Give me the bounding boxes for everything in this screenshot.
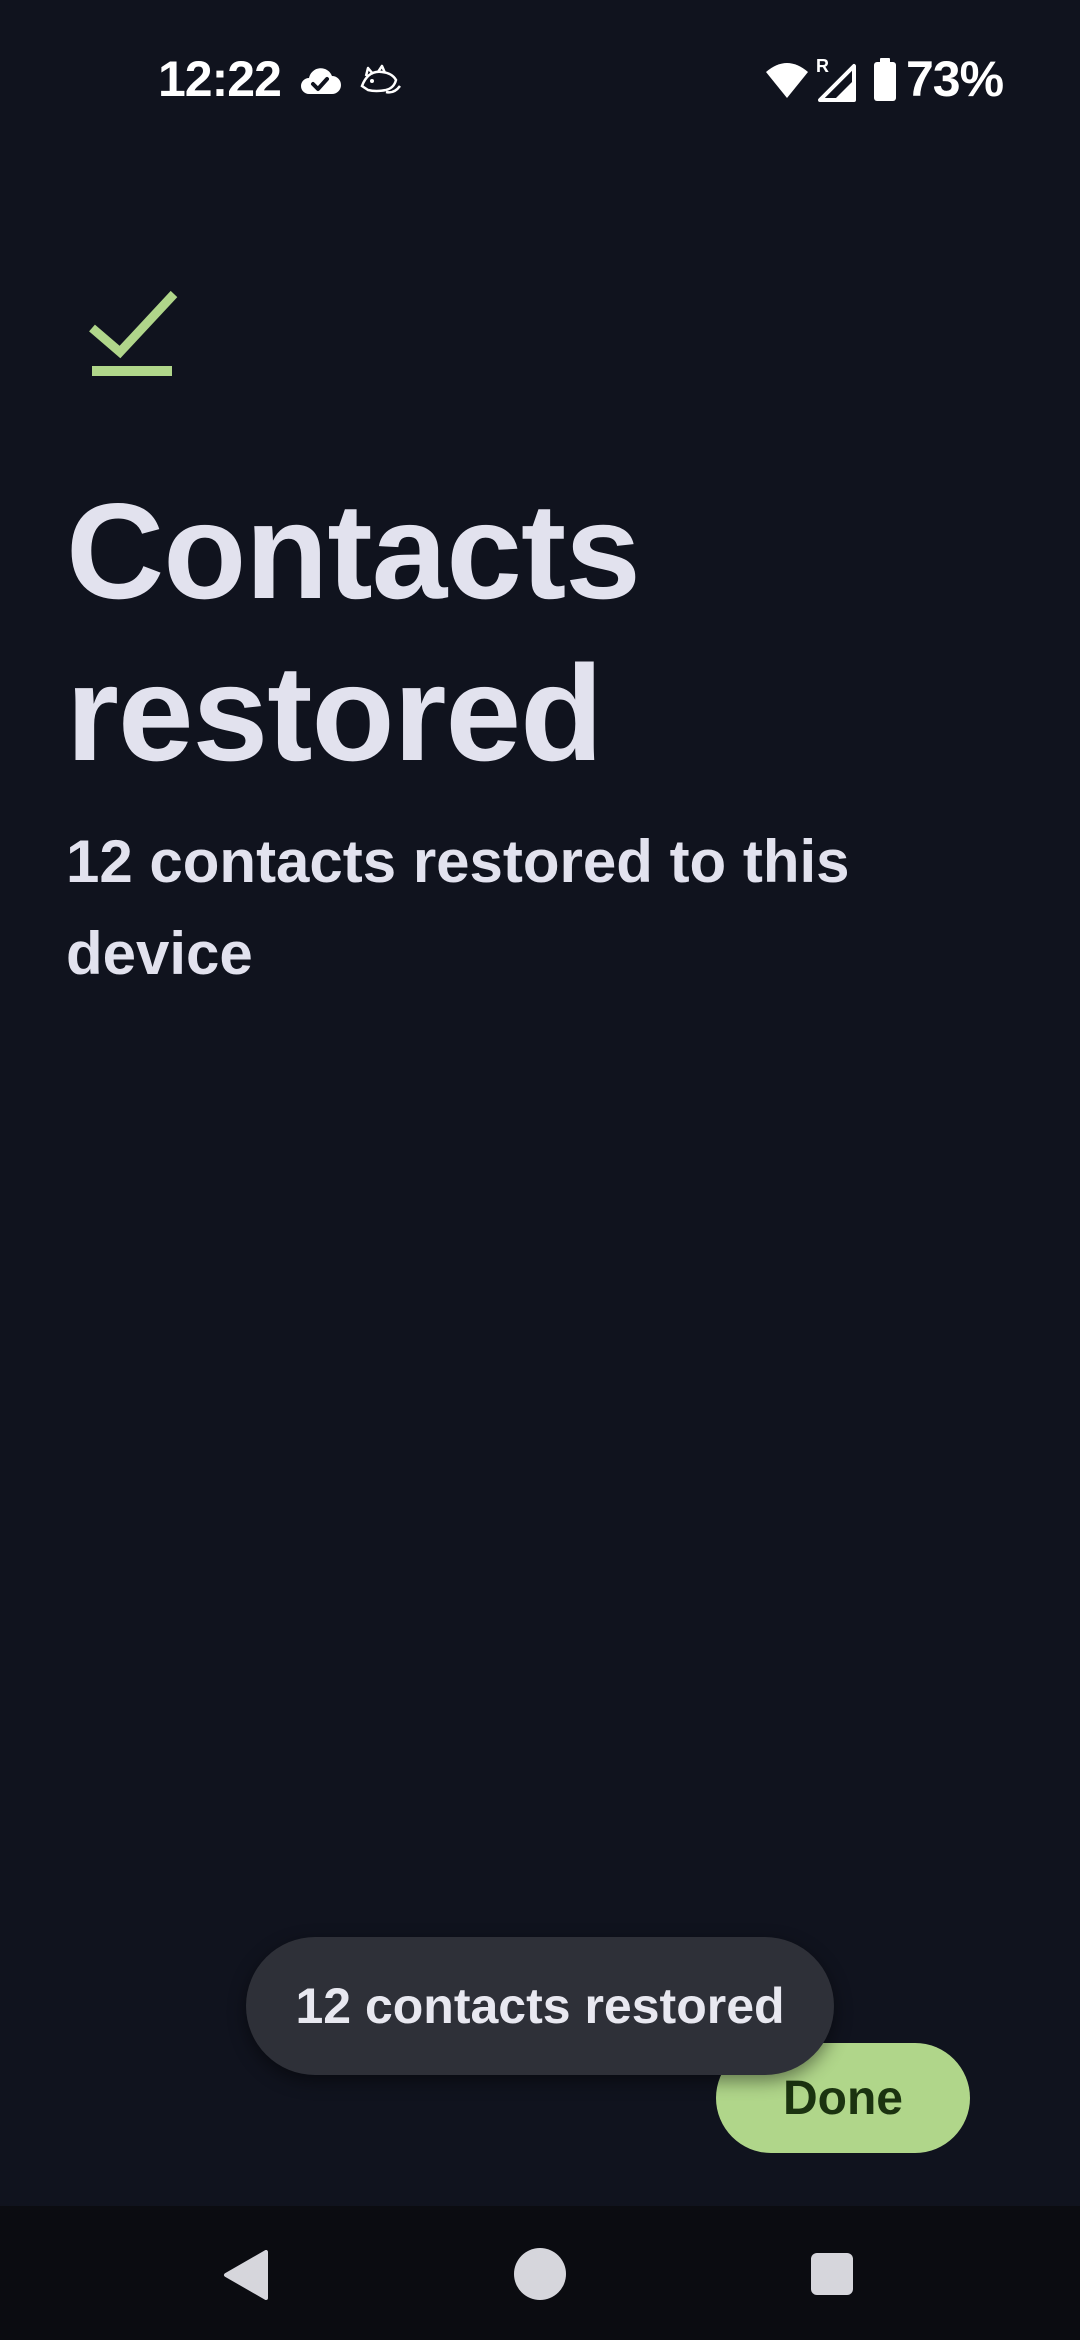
status-bar: 12:22 R 73%	[0, 0, 1080, 160]
wifi-icon	[766, 63, 808, 98]
navigation-bar	[0, 2206, 1080, 2340]
back-icon[interactable]	[222, 2250, 268, 2300]
toast-message: 12 contacts restored	[246, 1937, 834, 2075]
cloud-check-icon	[301, 68, 341, 94]
recents-icon[interactable]	[810, 2252, 854, 2296]
battery-percent: 73%	[906, 51, 1004, 107]
toast-text: 12 contacts restored	[295, 1978, 785, 2034]
check-icon	[89, 290, 178, 376]
page-subtitle: 12 contacts restored to this device	[66, 828, 850, 987]
svg-text:R: R	[816, 56, 829, 76]
page-title: Contacts restored	[66, 475, 641, 789]
signal-roaming-icon: R	[816, 56, 856, 102]
status-time: 12:22	[158, 51, 282, 107]
cat-notification-icon	[360, 64, 401, 94]
done-button-label: Done	[783, 2071, 903, 2125]
home-icon[interactable]	[513, 2247, 567, 2301]
screen: 12:22 R 73% Contacts restored 12 contact…	[0, 0, 1080, 2340]
battery-icon	[874, 58, 896, 101]
